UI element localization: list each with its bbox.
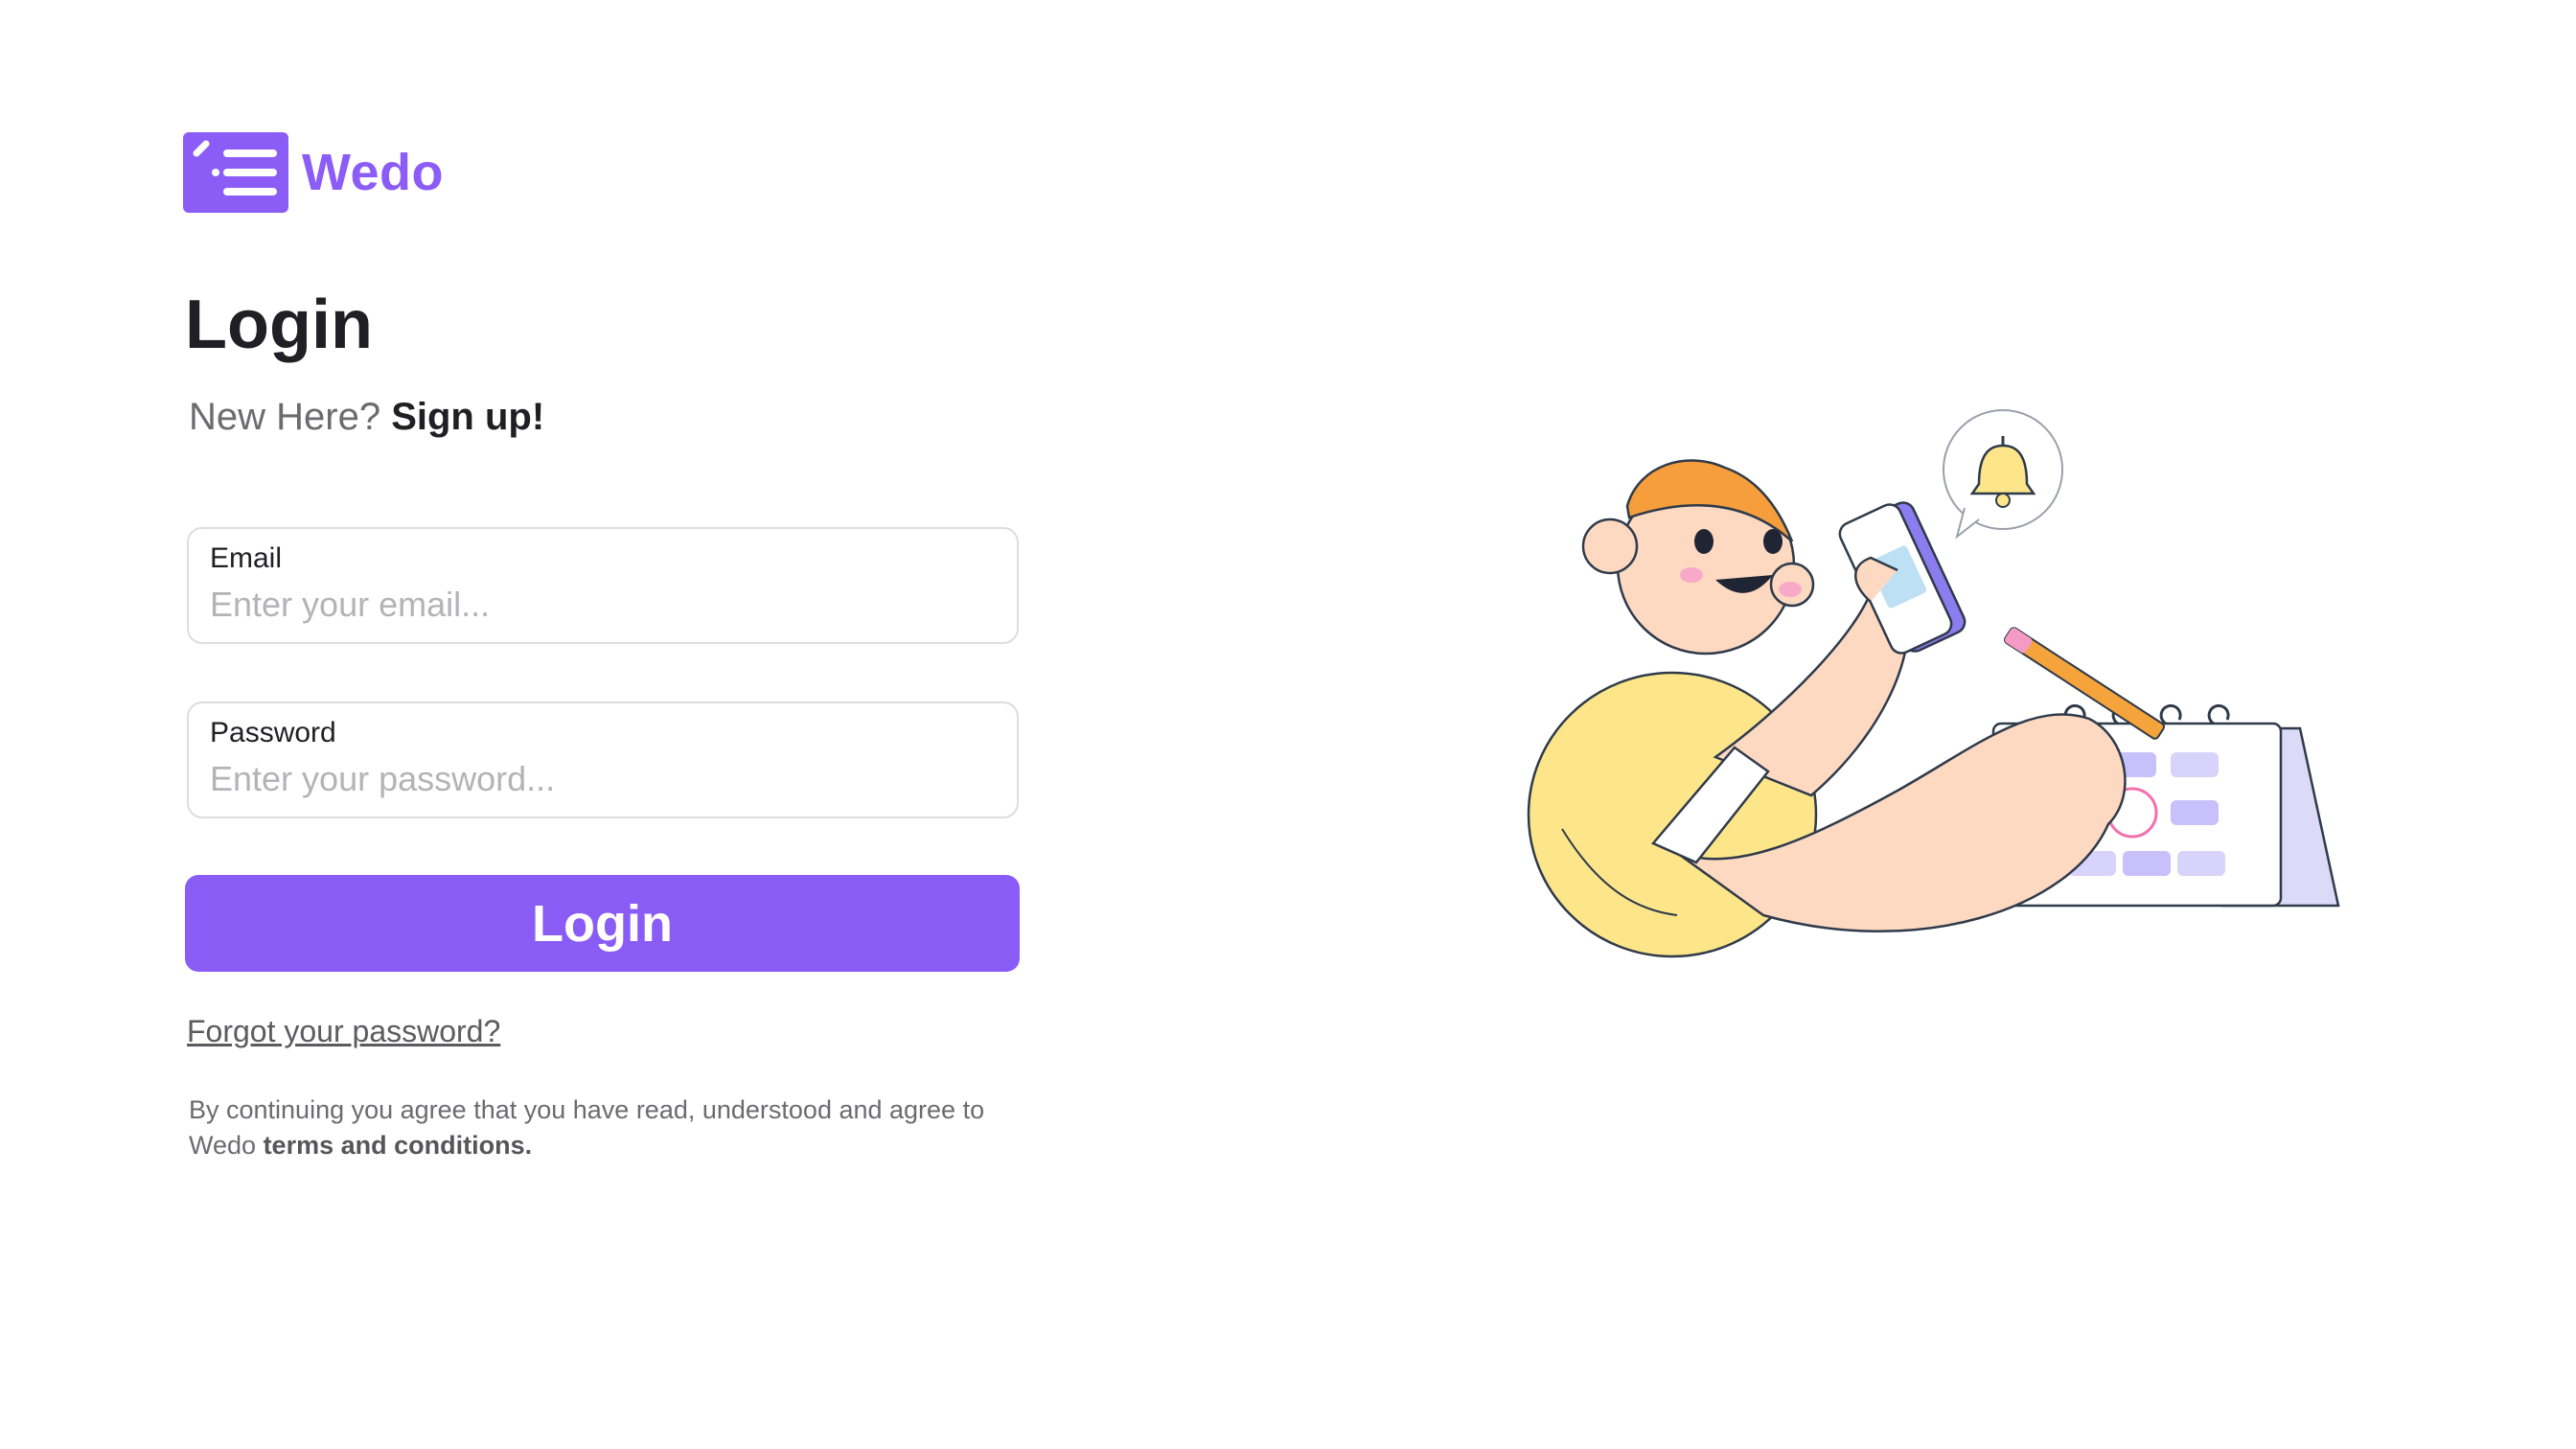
- terms-link[interactable]: terms and conditions.: [264, 1131, 533, 1160]
- person-illustration: [1527, 409, 2340, 958]
- brand-name: Wedo: [302, 144, 444, 201]
- signup-link[interactable]: Sign up!: [391, 396, 544, 438]
- terms-notice: By continuing you agree that you have re…: [189, 1092, 1051, 1163]
- brand-logo[interactable]: Wedo: [183, 132, 444, 213]
- email-field[interactable]: Email: [187, 527, 1019, 644]
- password-label: Password: [210, 717, 336, 748]
- email-label: Email: [210, 542, 283, 574]
- signup-prompt: New Here? Sign up!: [189, 396, 544, 439]
- password-input[interactable]: [210, 759, 996, 799]
- forgot-password-link[interactable]: Forgot your password?: [187, 1014, 500, 1049]
- checklist-icon: [183, 132, 288, 213]
- page-title: Login: [185, 287, 373, 363]
- signup-prompt-text: New Here?: [189, 396, 381, 438]
- email-input[interactable]: [210, 585, 996, 625]
- login-button[interactable]: Login: [185, 875, 1020, 972]
- bell-icon: [1943, 409, 2063, 540]
- password-field[interactable]: Password: [187, 702, 1019, 818]
